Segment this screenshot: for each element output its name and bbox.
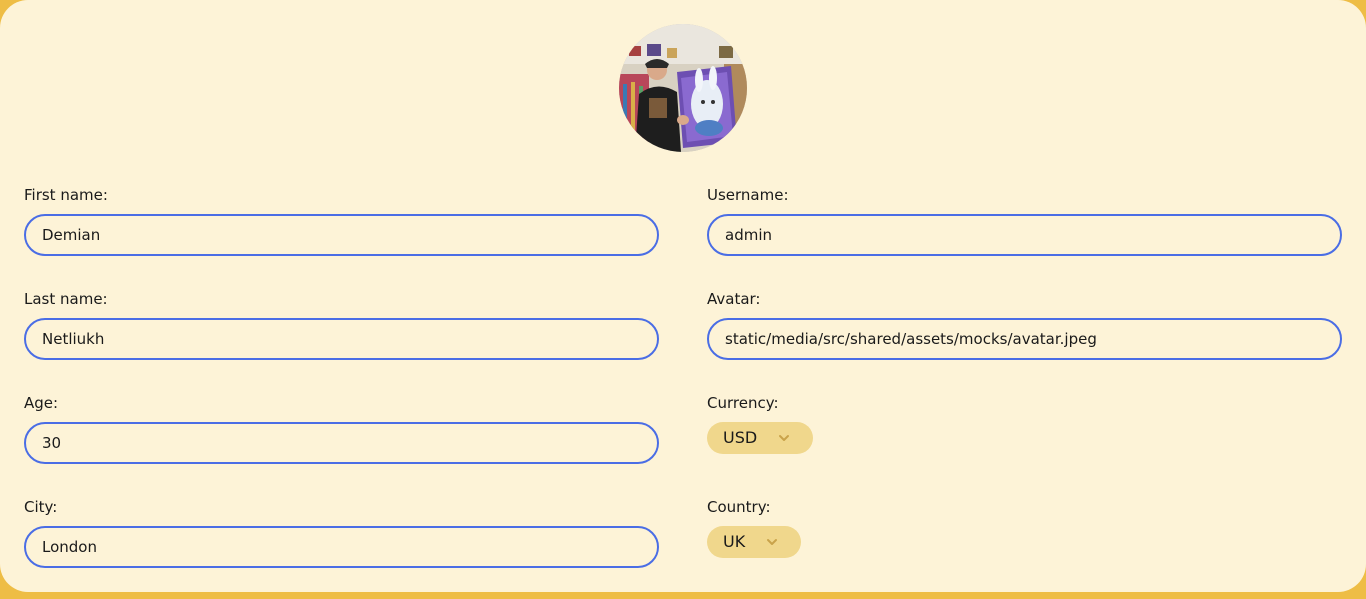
profile-avatar: [619, 24, 747, 152]
country-label: Country:: [707, 498, 771, 516]
left-column: First name: Demian Last name: Netliukh A…: [24, 183, 659, 599]
city-input[interactable]: London: [24, 526, 659, 568]
first-name-input[interactable]: Demian: [24, 214, 659, 256]
last-name-label: Last name:: [24, 290, 108, 308]
currency-label: Currency:: [707, 394, 779, 412]
username-label: Username:: [707, 186, 789, 204]
country-value: UK: [723, 532, 746, 551]
country-field: Country:: [707, 495, 1342, 599]
last-name-input[interactable]: Netliukh: [24, 318, 659, 360]
avatar-photo-icon: [619, 24, 747, 152]
profile-card: First name: Demian Last name: Netliukh A…: [0, 0, 1366, 592]
age-field: Age: 30: [24, 391, 659, 495]
first-name-label: First name:: [24, 186, 108, 204]
username-field: Username: admin: [707, 183, 1342, 287]
chevron-down-icon: [767, 539, 778, 545]
username-input[interactable]: admin: [707, 214, 1342, 256]
city-label: City:: [24, 498, 58, 516]
first-name-field: First name: Demian: [24, 183, 659, 287]
right-column: Username: admin Avatar: static/media/src…: [707, 183, 1342, 599]
chevron-down-icon: [779, 435, 790, 441]
city-field: City: London: [24, 495, 659, 599]
currency-select[interactable]: USD: [707, 422, 813, 454]
last-name-field: Last name: Netliukh: [24, 287, 659, 391]
avatar-url-field: Avatar: static/media/src/shared/assets/m…: [707, 287, 1342, 391]
currency-value: USD: [723, 428, 758, 447]
avatar-url-label: Avatar:: [707, 290, 761, 308]
country-select[interactable]: UK: [707, 526, 801, 558]
age-label: Age:: [24, 394, 59, 412]
age-input[interactable]: 30: [24, 422, 659, 464]
avatar-url-input[interactable]: static/media/src/shared/assets/mocks/ava…: [707, 318, 1342, 360]
